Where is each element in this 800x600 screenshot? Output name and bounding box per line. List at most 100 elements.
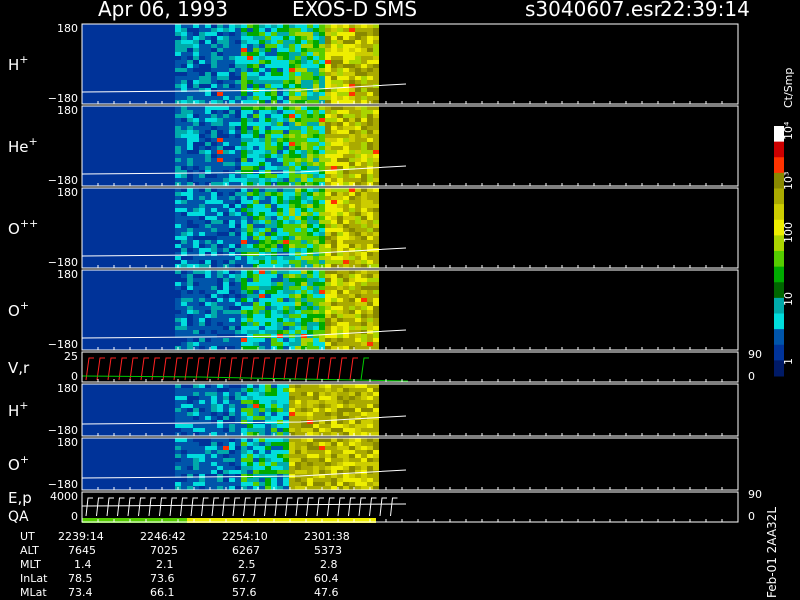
spectrogram-cell [211,130,217,134]
spectrogram-cell [181,408,187,412]
spectrogram-cell [265,338,271,342]
spectrogram-cell [355,342,361,346]
spectrogram-cell [355,408,361,412]
spectrogram-cell [205,412,211,416]
spectrogram-cell [307,216,313,220]
energy-trace [306,497,314,517]
spectrogram-cell [307,192,313,196]
spectrogram-cell [235,32,241,36]
spectrogram-cell [325,404,331,408]
spectrogram-cell [229,412,235,416]
spectrogram-cell [181,232,187,236]
spectrogram-cell [229,478,235,482]
spectrogram-cell [361,282,367,286]
spectrogram-cell [259,330,265,334]
spectrogram-cell [229,482,235,486]
spectrogram-cell [349,384,355,388]
spectrogram-cell [289,248,295,252]
spectrogram-cell [181,270,187,274]
spectrogram-cell [181,282,187,286]
spectrogram-cell [337,474,343,478]
spectrogram-cell [325,162,331,166]
spectrogram-cell [181,166,187,170]
spectrogram-cell [241,114,247,118]
spectrogram-cell [199,450,205,454]
spectrogram-cell [175,428,181,432]
spectrogram-cell [301,224,307,228]
spectrogram-cell [175,400,181,404]
spectrogram-cell [307,158,313,162]
spectrogram-cell [283,28,289,32]
spectrogram-cell [295,384,301,388]
energy-trace [117,497,125,517]
spectrogram-cell [235,384,241,388]
spectrogram-cell [211,158,217,162]
spectrogram-cell [187,404,193,408]
spectrogram-cell [253,24,259,28]
spectrogram-cell [295,294,301,298]
spectrogram-cell [217,318,223,322]
spectrogram-cell [259,106,265,110]
spectrogram-cell [343,192,349,196]
spectrogram-cell [205,466,211,470]
spectrogram-cell [301,478,307,482]
spectrogram-cell [313,408,319,412]
spectrogram-cell [289,150,295,154]
spectrogram-cell [367,216,373,220]
spectrogram-cell [205,458,211,462]
spectrogram-cell [229,428,235,432]
velocity-trace [217,357,226,381]
spectrogram-cell [223,240,229,244]
spectrogram-cell [223,170,229,174]
spectrogram-cell [187,224,193,228]
spectrogram-cell [241,310,247,314]
spectrogram-cell [325,438,331,442]
spectrogram-cell [367,482,373,486]
spectrogram-cell [259,278,265,282]
spectrogram-cell [247,154,253,158]
spectrogram-cell [181,126,187,130]
spectrogram-cell [181,212,187,216]
spectrogram-cell [283,392,289,396]
spectrogram-cell [265,196,271,200]
spectrogram-cell [355,396,361,400]
spectrogram-cell [367,80,373,84]
spectrogram-cell [223,310,229,314]
spectrogram-cell [181,416,187,420]
spectrogram-cell [193,40,199,44]
spectrogram-cell [211,174,217,178]
spectrogram-cell [259,154,265,158]
spectrogram-cell [187,150,193,154]
spectrogram-cell [313,458,319,462]
panel-top-tick: 180 [57,104,78,117]
spectrogram-cell [223,236,229,240]
spectrogram-cell [313,384,319,388]
spectrogram-cell [271,248,277,252]
spectrogram-cell [289,64,295,68]
spectrogram-cell [199,100,205,104]
spectrogram-cell [325,298,331,302]
spectrogram-cell [367,52,373,56]
spectrogram-cell [331,416,337,420]
spectrogram-cell [247,44,253,48]
spectrogram-cell [259,446,265,450]
spectrogram-cell [319,450,325,454]
spectrogram-cell [331,138,337,142]
spectrogram-cell [175,162,181,166]
spectrogram-cell [199,178,205,182]
spectrogram-cell [325,212,331,216]
spectrogram-cell [277,52,283,56]
spectrogram-cell [355,92,361,96]
spectrogram-cell [241,274,247,278]
spectrogram-cell [259,72,265,76]
spectrogram-cell [247,294,253,298]
spectrogram-cell [289,166,295,170]
spectrogram-cell [211,470,217,474]
spectrogram-cell [361,274,367,278]
energy-trace [159,497,167,517]
spectrogram-cell [331,56,337,60]
spectrogram-cell [319,142,325,146]
spectrogram-cell [253,248,259,252]
spectrogram-cell [289,56,295,60]
spectrogram-cell [265,260,271,264]
